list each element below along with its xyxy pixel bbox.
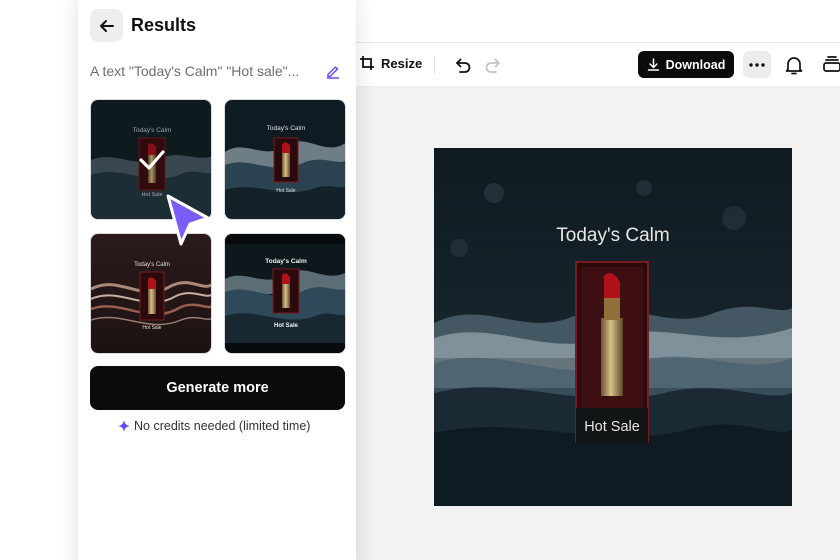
result-thumbnail-3[interactable]: Today's Calm Hot Sale	[90, 233, 212, 354]
download-button[interactable]: Download	[638, 51, 734, 78]
generate-more-button[interactable]: Generate more	[90, 366, 345, 410]
result-2-headline: Today's Calm	[267, 125, 306, 132]
editor-toolbar: Resize Download	[341, 43, 840, 87]
result-thumbnail-2[interactable]: Today's Calm Hot Sale	[224, 99, 346, 220]
editor-window: Resize Download Today's Calm Hot Sale	[340, 42, 840, 560]
result-thumbnail-4[interactable]: Today's Calm Hot Sale	[224, 233, 346, 354]
undo-icon[interactable]	[451, 54, 473, 76]
pointer-cursor-icon	[166, 194, 210, 246]
canvas-tagline: Hot Sale	[584, 419, 640, 435]
credits-note: No credits needed (limited time)	[118, 419, 310, 433]
sparkle-icon	[118, 420, 130, 432]
canvas-headline: Today's Calm	[556, 225, 669, 246]
result-2-tagline: Hot Sale	[276, 188, 295, 194]
results-panel: Results A text "Today's Calm" "Hot sale"…	[78, 0, 356, 560]
download-icon	[647, 58, 659, 71]
download-label: Download	[665, 57, 726, 72]
resize-icon	[360, 56, 374, 70]
bell-icon[interactable]	[783, 54, 805, 76]
more-options-button[interactable]	[743, 51, 771, 78]
layers-icon[interactable]	[821, 54, 840, 76]
lipstick-ad-image: Today's Calm Hot Sale	[434, 148, 792, 506]
back-button[interactable]	[90, 9, 123, 42]
result-3-tagline: Hot Sale	[142, 325, 161, 331]
result-3-headline: Today's Calm	[134, 262, 170, 268]
resize-button[interactable]: Resize	[359, 55, 422, 71]
design-canvas[interactable]: Today's Calm Hot Sale	[434, 148, 792, 506]
panel-title: Results	[131, 15, 197, 35]
more-icon	[749, 62, 765, 67]
redo-icon[interactable]	[483, 54, 505, 76]
prompt-summary: A text "Today's Calm" "Hot sale"...	[90, 63, 300, 79]
result-image-2: Today's Calm Hot Sale	[225, 100, 345, 219]
result-image-4: Today's Calm Hot Sale	[225, 234, 345, 353]
credits-label: No credits needed (limited time)	[134, 419, 311, 433]
edit-pencil-icon[interactable]	[325, 63, 341, 79]
result-image-3: Today's Calm Hot Sale	[91, 234, 211, 353]
result-4-tagline: Hot Sale	[274, 323, 299, 329]
back-arrow-icon	[99, 19, 114, 32]
result-4-headline: Today's Calm	[265, 258, 307, 265]
resize-label: Resize	[381, 55, 423, 71]
toolbar-divider	[434, 56, 435, 74]
